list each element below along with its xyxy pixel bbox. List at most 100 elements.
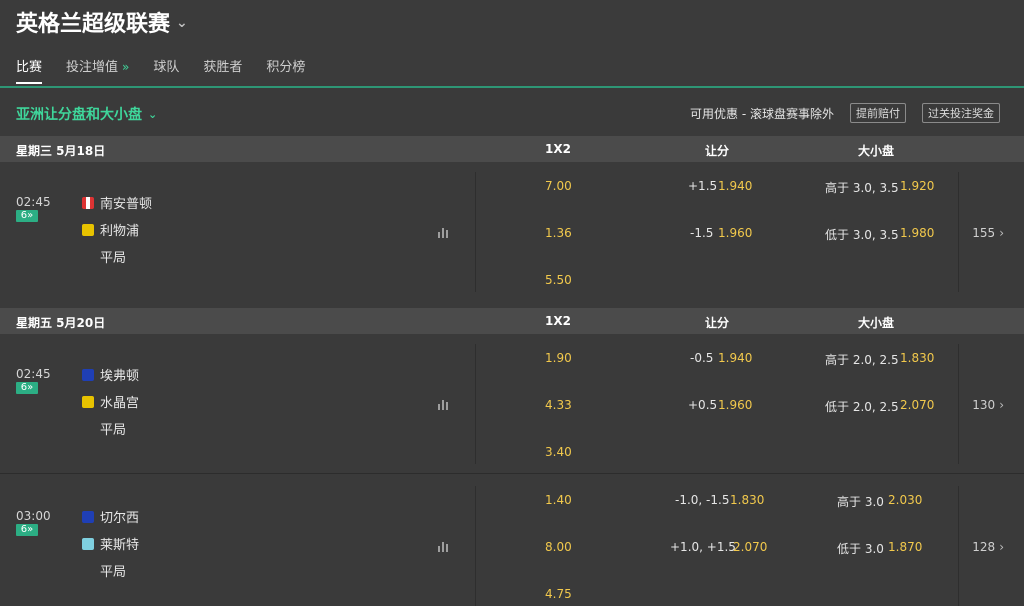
team-kit-icon [82, 537, 94, 550]
tab-matches[interactable]: 比赛 [16, 56, 43, 84]
chevron-right-icon: › [999, 540, 1004, 554]
odd-home[interactable]: 7.00 [545, 179, 572, 193]
spread-odd[interactable]: 1.960 [718, 398, 752, 412]
live-badge[interactable]: 6» [16, 524, 38, 536]
promo-text: 可用优惠 - 滚球盘赛事除外 [690, 107, 834, 121]
total-line: 高于 3.0 [837, 495, 884, 509]
tab-winners[interactable]: 获胜者 [203, 56, 242, 84]
spread-line: -1.5 [690, 226, 714, 240]
date-row: 星期三 5月18日 1X2 让分 大小盘 [0, 136, 1024, 162]
row-divider [0, 473, 1024, 474]
odd-draw[interactable]: 5.50 [545, 273, 572, 287]
draw-label: 平局 [100, 565, 127, 580]
league-title[interactable]: 英格兰超级联赛 ⌄ [16, 6, 188, 38]
stats-icon[interactable] [438, 540, 450, 552]
odd-home[interactable]: 1.40 [545, 493, 572, 507]
match-row: 03:00 6» 切尔西 莱斯特 平局 1.40 8.00 4.75 -1.0,… [0, 476, 1024, 606]
total-odd[interactable]: 2.030 [888, 493, 922, 507]
match-time: 02:45 [16, 367, 51, 381]
date-row: 星期五 5月20日 1X2 让分 大小盘 [0, 308, 1024, 334]
market-bar: 亚洲让分盘和大小盘 ⌄ 可用优惠 - 滚球盘赛事除外 提前赔付 过关投注奖金 [0, 88, 1024, 136]
spread-odd[interactable]: 1.940 [718, 179, 752, 193]
column-divider [958, 344, 959, 464]
odd-draw[interactable]: 4.75 [545, 587, 572, 601]
spread-odd[interactable]: 1.960 [718, 226, 752, 240]
odd-draw[interactable]: 3.40 [545, 445, 572, 459]
tab-teams[interactable]: 球队 [153, 56, 179, 84]
total-line: 高于 2.0, 2.5 [825, 353, 899, 367]
spread-odd[interactable]: 1.940 [718, 351, 752, 365]
chevron-right-icon: › [999, 226, 1004, 240]
total-odd[interactable]: 1.830 [900, 351, 934, 365]
column-divider [475, 344, 476, 464]
total-line: 高于 3.0, 3.5 [825, 181, 899, 195]
total-odd[interactable]: 2.070 [900, 398, 934, 412]
spread-line: +1.0, +1.5 [670, 540, 736, 554]
team-kit-icon [82, 368, 94, 381]
header-1x2: 1X2 [545, 142, 571, 156]
market-selector[interactable]: 亚洲让分盘和大小盘 ⌄ [16, 104, 157, 124]
tab-standings[interactable]: 积分榜 [266, 56, 305, 84]
header-spread: 让分 [705, 316, 730, 330]
odd-away[interactable]: 8.00 [545, 540, 572, 554]
home-team[interactable]: 切尔西 [82, 507, 139, 526]
market-title: 亚洲让分盘和大小盘 [16, 107, 142, 123]
match-time: 02:45 [16, 195, 51, 209]
league-title-text: 英格兰超级联赛 [16, 12, 171, 37]
early-payout-button[interactable]: 提前赔付 [850, 103, 906, 123]
more-markets-link[interactable]: 155 › [972, 226, 1004, 240]
live-badge[interactable]: 6» [16, 210, 38, 222]
draw-label: 平局 [100, 251, 127, 266]
header-1x2: 1X2 [545, 314, 571, 328]
stats-icon[interactable] [438, 398, 450, 410]
home-team[interactable]: 南安普顿 [82, 193, 152, 212]
total-odd[interactable]: 1.870 [888, 540, 922, 554]
stats-icon[interactable] [438, 226, 450, 238]
league-header: 英格兰超级联赛 ⌄ 比赛 投注增值» 球队 获胜者 积分榜 [0, 0, 1024, 88]
spread-line: +0.5 [688, 398, 718, 412]
more-markets-link[interactable]: 130 › [972, 398, 1004, 412]
header-spread: 让分 [705, 144, 730, 158]
spread-line: -1.0, -1.5 [675, 493, 730, 507]
away-team[interactable]: 利物浦 [82, 220, 139, 239]
column-divider [958, 486, 959, 606]
column-divider [475, 486, 476, 606]
match-date: 星期五 5月20日 [16, 316, 106, 330]
spread-line: +1.5 [688, 179, 718, 193]
spread-odd[interactable]: 1.830 [730, 493, 764, 507]
parlay-bonus-button[interactable]: 过关投注奖金 [922, 103, 1000, 123]
draw-label: 平局 [100, 423, 127, 438]
home-team[interactable]: 埃弗顿 [82, 365, 139, 384]
odd-home[interactable]: 1.90 [545, 351, 572, 365]
total-line: 低于 2.0, 2.5 [825, 400, 899, 414]
chevron-down-icon: ⌄ [176, 15, 188, 31]
more-markets-link[interactable]: 128 › [972, 540, 1004, 554]
column-divider [958, 172, 959, 292]
total-line: 低于 3.0 [837, 542, 884, 556]
chevron-down-icon: ⌄ [148, 107, 158, 121]
spread-odd[interactable]: 2.070 [733, 540, 767, 554]
match-time: 03:00 [16, 509, 51, 523]
total-odd[interactable]: 1.920 [900, 179, 934, 193]
column-divider [475, 172, 476, 292]
header-total: 大小盘 [858, 316, 895, 330]
away-team[interactable]: 莱斯特 [82, 534, 139, 553]
team-kit-icon [82, 510, 94, 523]
tab-bar: 比赛 投注增值» 球队 获胜者 积分榜 [16, 56, 305, 84]
header-total: 大小盘 [858, 144, 895, 158]
team-kit-icon [82, 196, 94, 209]
match-row: 02:45 6» 埃弗顿 水晶宫 平局 1.90 4.33 3.40 -0.5 … [0, 334, 1024, 474]
tab-bet-boost[interactable]: 投注增值» [66, 56, 129, 84]
match-row: 02:45 6» 南安普顿 利物浦 平局 7.00 1.36 5.50 +1.5… [0, 162, 1024, 308]
team-kit-icon [82, 223, 94, 236]
away-team[interactable]: 水晶宫 [82, 392, 139, 411]
chevron-right-icon: › [999, 398, 1004, 412]
live-badge[interactable]: 6» [16, 382, 38, 394]
spread-line: -0.5 [690, 351, 714, 365]
team-kit-icon [82, 395, 94, 408]
total-odd[interactable]: 1.980 [900, 226, 934, 240]
double-chevron-icon: » [122, 60, 130, 74]
match-date: 星期三 5月18日 [16, 144, 106, 158]
odd-away[interactable]: 4.33 [545, 398, 572, 412]
odd-away[interactable]: 1.36 [545, 226, 572, 240]
